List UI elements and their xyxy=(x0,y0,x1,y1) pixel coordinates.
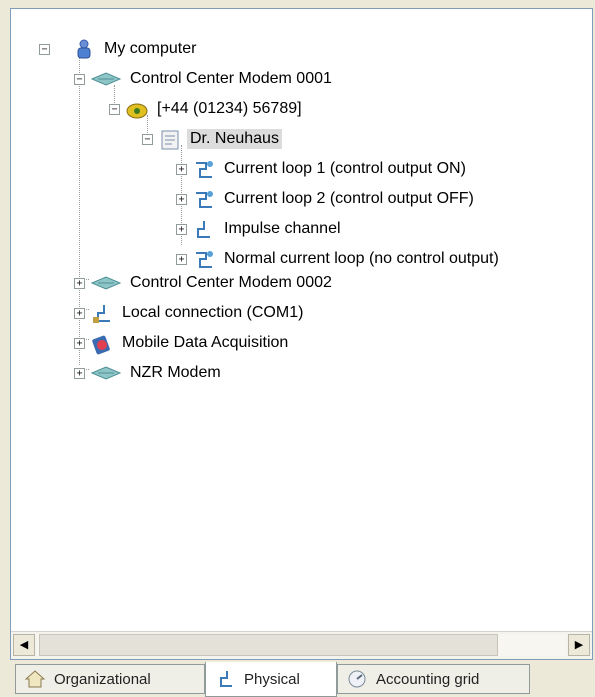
view-tabs: Organizational Physical Accounting grid xyxy=(0,662,595,697)
tab-physical[interactable]: Physical xyxy=(205,662,337,697)
collapse-button[interactable]: − xyxy=(39,44,50,55)
tab-organizational[interactable]: Organizational xyxy=(15,664,205,694)
current-loop-icon xyxy=(192,189,216,209)
node-label: Local connection (COM1) xyxy=(122,304,304,321)
node-label: Current loop 2 (control output OFF) xyxy=(224,190,474,207)
com-port-icon xyxy=(90,303,114,323)
computer-user-icon xyxy=(72,39,96,59)
scrollbar-thumb[interactable] xyxy=(39,634,498,656)
expand-button[interactable]: + xyxy=(74,368,85,379)
expand-button[interactable]: + xyxy=(74,278,85,289)
current-loop-icon xyxy=(192,159,216,179)
mobile-device-icon xyxy=(90,333,114,355)
tree-node-impulse-channel[interactable]: + Impulse channel xyxy=(176,217,344,241)
contact-card-icon xyxy=(158,129,182,150)
expand-button[interactable]: + xyxy=(176,254,187,265)
tab-label: Physical xyxy=(244,670,300,688)
tree-node-normal-current-loop[interactable]: + Normal current loop (no control output… xyxy=(176,247,502,271)
tree-view-panel: − My computer − Control Center Modem 000… xyxy=(10,8,593,660)
tree-node-dr-neuhaus[interactable]: − Dr. Neuhaus xyxy=(142,127,282,151)
expand-button[interactable]: + xyxy=(74,338,85,349)
scrollbar-track[interactable] xyxy=(37,634,566,656)
node-label: Mobile Data Acquisition xyxy=(122,334,289,351)
tree-node-local-connection[interactable]: + Local connection (COM1) xyxy=(74,301,306,325)
telephone-icon xyxy=(125,99,149,119)
tree-node-phone[interactable]: − [+44 (01234) 56789] xyxy=(109,97,305,121)
device-tree: − My computer − Control Center Modem 000… xyxy=(11,9,592,631)
tree-node-modem-0001[interactable]: − Control Center Modem 0001 xyxy=(74,67,335,91)
node-label: Normal current loop (no control output) xyxy=(224,250,499,267)
current-loop-icon xyxy=(192,249,216,269)
tab-label: Organizational xyxy=(54,670,151,688)
node-label: NZR Modem xyxy=(130,364,221,381)
node-label: Current loop 1 (control output ON) xyxy=(224,160,466,177)
tree-node-modem-0002[interactable]: + Control Center Modem 0002 xyxy=(74,271,335,295)
horizontal-scrollbar[interactable]: ◀ ▶ xyxy=(11,631,592,659)
expand-button[interactable]: + xyxy=(176,164,187,175)
collapse-button[interactable]: − xyxy=(109,104,120,115)
expand-button[interactable]: + xyxy=(74,308,85,319)
tree-node-nzr-modem[interactable]: + NZR Modem xyxy=(74,361,224,385)
expand-button[interactable]: + xyxy=(176,224,187,235)
node-label: Dr. Neuhaus xyxy=(187,129,282,149)
collapse-button[interactable]: − xyxy=(142,134,153,145)
tree-node-current-loop-2[interactable]: + Current loop 2 (control output OFF) xyxy=(176,187,477,211)
tree-node-mobile-data-acquisition[interactable]: + Mobile Data Acquisition xyxy=(74,331,291,355)
tab-label: Accounting grid xyxy=(376,670,480,688)
tree-node-current-loop-1[interactable]: + Current loop 1 (control output ON) xyxy=(176,157,469,181)
node-label: Control Center Modem 0001 xyxy=(130,70,332,87)
scroll-right-button[interactable]: ▶ xyxy=(568,634,590,656)
node-label: My computer xyxy=(104,40,197,57)
node-label: Impulse channel xyxy=(224,220,341,237)
node-label: Control Center Modem 0002 xyxy=(130,274,332,291)
meter-icon xyxy=(346,669,368,689)
tab-accounting-grid[interactable]: Accounting grid xyxy=(337,664,530,694)
expand-button[interactable]: + xyxy=(176,194,187,205)
modem-icon xyxy=(90,363,122,383)
collapse-button[interactable]: − xyxy=(74,74,85,85)
plug-icon xyxy=(214,669,236,689)
modem-icon xyxy=(90,69,122,89)
node-label: [+44 (01234) 56789] xyxy=(157,100,302,117)
impulse-channel-icon xyxy=(192,219,216,239)
scroll-left-button[interactable]: ◀ xyxy=(13,634,35,656)
tree-node-my-computer[interactable]: − My computer xyxy=(39,37,199,61)
modem-icon xyxy=(90,273,122,293)
house-icon xyxy=(24,669,46,689)
